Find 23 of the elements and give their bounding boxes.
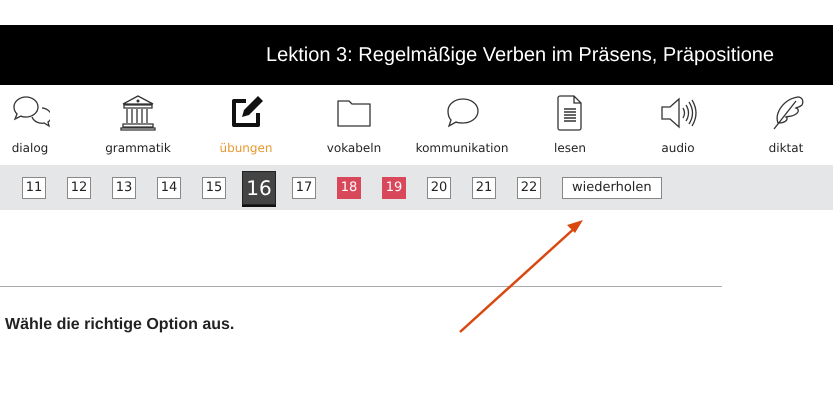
page-number[interactable]: 20 (427, 176, 451, 198)
page-number[interactable]: 21 (472, 176, 496, 198)
section-tab[interactable]: audio (624, 85, 732, 165)
page-number[interactable]: 12 (67, 176, 91, 198)
page-number[interactable]: 11 (22, 176, 46, 198)
section-tab[interactable]: diktat (732, 85, 833, 165)
section-tab[interactable]: vokabeln (300, 85, 408, 165)
page-number[interactable]: 17 (292, 176, 316, 198)
page-number[interactable]: 22 (517, 176, 541, 198)
page-number[interactable]: 15 (202, 176, 226, 198)
section-tab[interactable]: dialog (0, 85, 84, 165)
section-tab[interactable]: kommunikation (408, 85, 516, 165)
page-number[interactable]: 18 (337, 176, 361, 198)
page-number[interactable]: 13 (112, 176, 136, 198)
instruction-text: Wähle die richtige Option aus. (5, 316, 236, 334)
page-number[interactable]: 19 (382, 176, 406, 198)
page-number[interactable]: 14 (157, 176, 181, 198)
building-icon (118, 93, 158, 133)
lesson-title: Lektion 3: Regelmäßige Verben im Präsens, Präpositione (266, 44, 774, 66)
section-tab[interactable]: grammatik (84, 85, 192, 165)
section-tab[interactable]: lesen (516, 85, 624, 165)
repeat-button[interactable]: wiederholen (562, 176, 662, 198)
page-number[interactable]: 16 (242, 170, 276, 204)
